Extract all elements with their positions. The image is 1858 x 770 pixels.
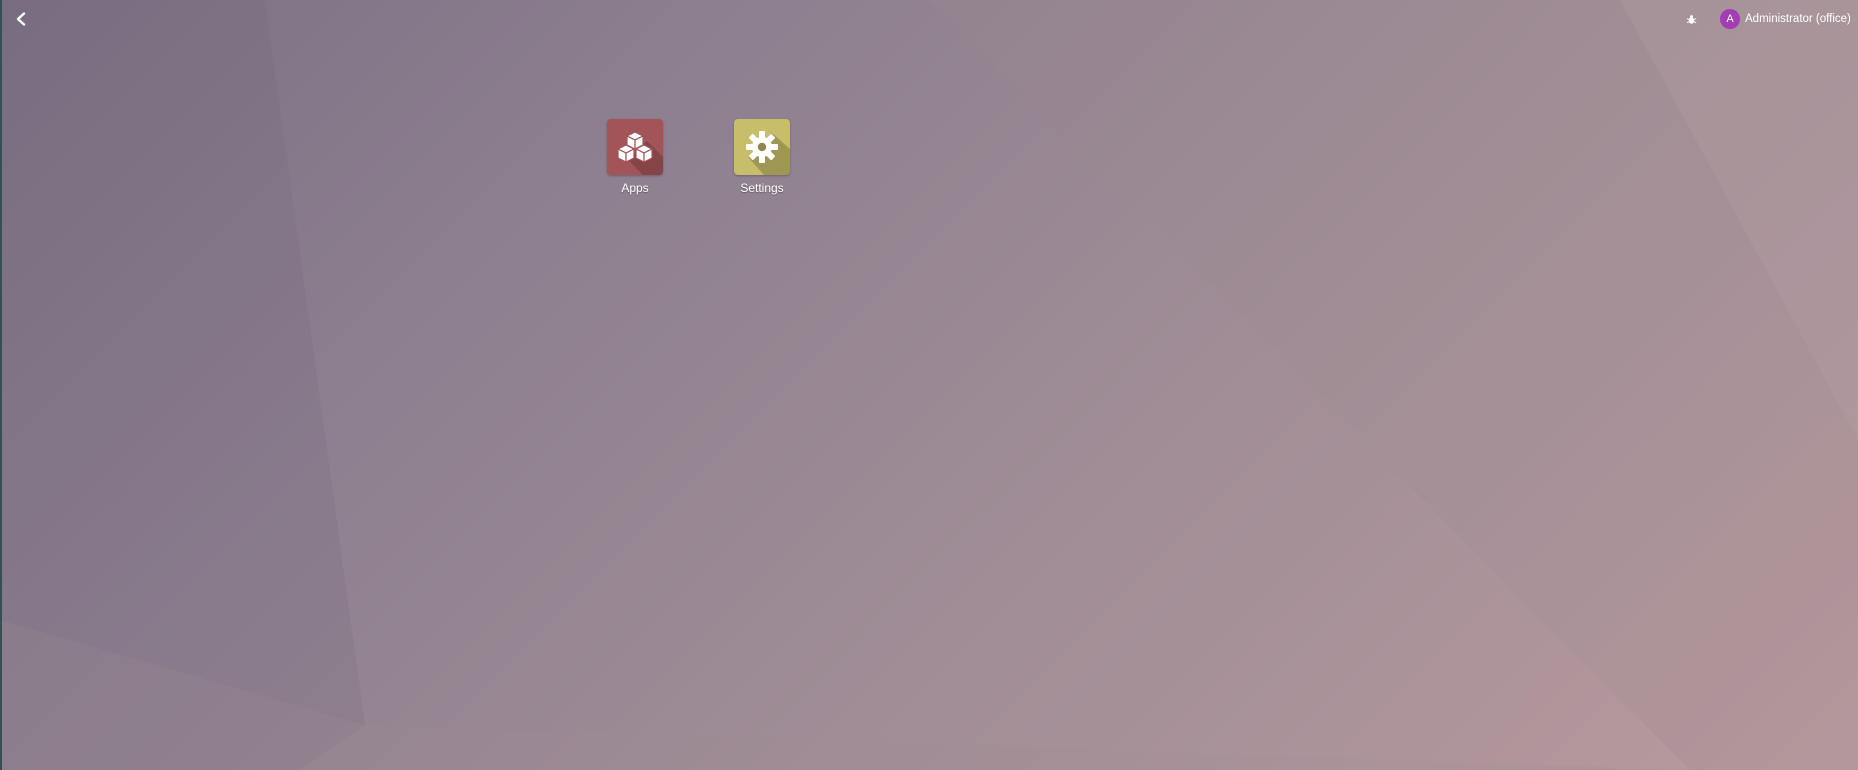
back-button[interactable]: [10, 8, 32, 30]
user-avatar: A: [1720, 9, 1740, 29]
bug-icon: [1686, 14, 1696, 24]
user-name: Administrator (office): [1745, 13, 1851, 25]
home-menu-screen: A Administrator (office) Apps Settings: [0, 0, 1858, 770]
gear-icon: [746, 131, 778, 163]
debug-button[interactable]: [1682, 10, 1700, 28]
apps-grid: Apps Settings: [600, 119, 797, 195]
cubes-icon: [617, 131, 653, 163]
app-icon-apps: [607, 119, 663, 175]
app-tile-apps[interactable]: Apps: [600, 119, 670, 195]
user-menu[interactable]: A Administrator (office): [1720, 9, 1851, 29]
app-label-settings: Settings: [740, 181, 784, 195]
app-tile-settings[interactable]: Settings: [727, 119, 797, 195]
left-edge-strip: [0, 0, 2, 770]
top-bar: A Administrator (office): [0, 0, 1858, 38]
chevron-left-icon: [16, 12, 26, 26]
app-label-apps: Apps: [621, 181, 649, 195]
app-icon-settings: [734, 119, 790, 175]
background-pattern: [0, 0, 1858, 770]
